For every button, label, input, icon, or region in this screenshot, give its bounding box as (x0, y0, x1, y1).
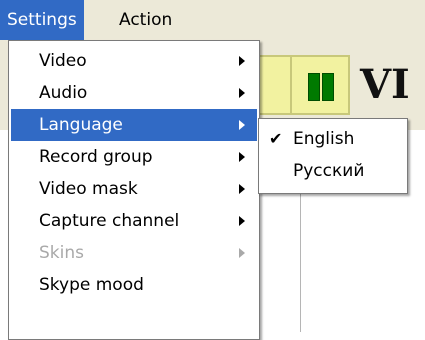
pause-button[interactable] (290, 55, 350, 115)
settings-dropdown: Video Audio Language Record group Video … (8, 40, 260, 340)
menu-item-label: Video mask (39, 179, 138, 199)
menu-item-label: Record group (39, 147, 153, 167)
language-option-label: Русский (293, 161, 365, 181)
submenu-arrow-icon (239, 120, 245, 130)
menu-item-label: Video (39, 51, 87, 71)
menu-item-language[interactable]: Language (11, 109, 257, 141)
language-option-english[interactable]: ✔ English (261, 123, 405, 155)
menu-item-label: Language (39, 115, 123, 135)
pause-icon-bar (322, 73, 334, 101)
menu-item-capture-channel[interactable]: Capture channel (11, 205, 257, 237)
submenu-arrow-icon (239, 216, 245, 226)
menu-item-video-mask[interactable]: Video mask (11, 173, 257, 205)
menu-item-audio[interactable]: Audio (11, 77, 257, 109)
menu-item-label: Capture channel (39, 211, 180, 231)
submenu-arrow-icon (239, 88, 245, 98)
language-option-label: English (293, 129, 355, 149)
checkmark-icon: ✔ (269, 129, 283, 148)
menu-settings[interactable]: Settings (0, 0, 84, 40)
menu-action[interactable]: Action (112, 0, 179, 40)
menu-item-label: Skype mood (39, 275, 144, 295)
language-option-russian[interactable]: Русский (261, 155, 405, 187)
pause-icon (308, 73, 320, 101)
menu-item-skype-mood[interactable]: Skype mood (11, 269, 257, 301)
toolbar-text-button[interactable]: VI (360, 55, 410, 115)
menu-item-label: Skins (39, 243, 84, 263)
submenu-arrow-icon (239, 248, 245, 258)
submenu-arrow-icon (239, 184, 245, 194)
menu-item-video[interactable]: Video (11, 45, 257, 77)
menu-item-label: Audio (39, 83, 88, 103)
menubar: Settings Action (0, 0, 425, 40)
menu-item-record-group[interactable]: Record group (11, 141, 257, 173)
language-submenu: ✔ English Русский (258, 118, 408, 194)
submenu-arrow-icon (239, 56, 245, 66)
menu-item-skins: Skins (11, 237, 257, 269)
submenu-arrow-icon (239, 152, 245, 162)
